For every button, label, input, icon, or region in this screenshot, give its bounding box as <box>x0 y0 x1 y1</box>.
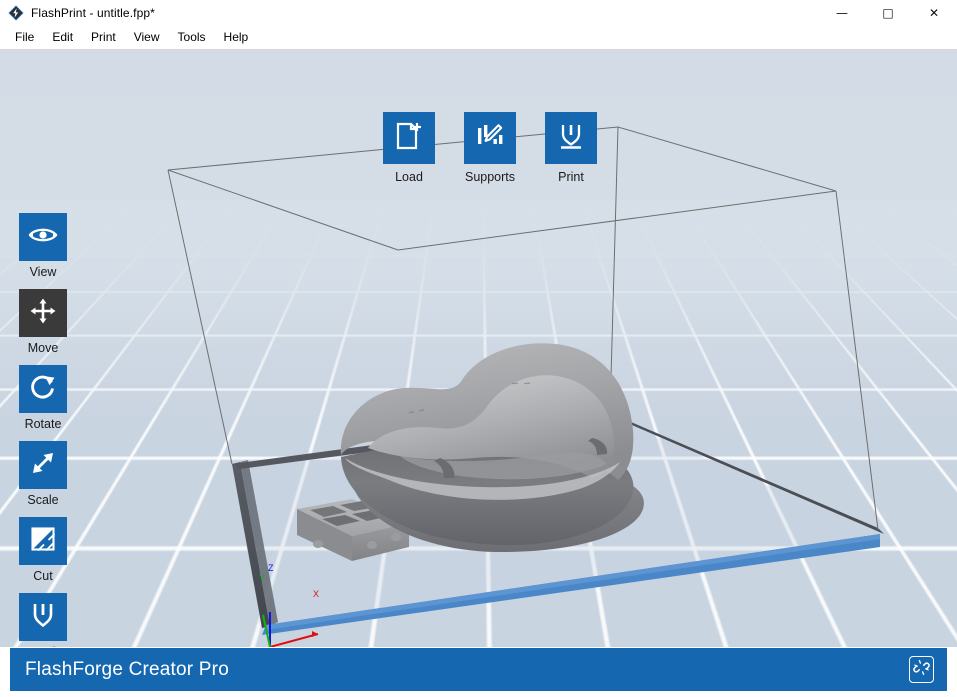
supports-label: Supports <box>464 170 516 184</box>
left-tool-scale: Scale <box>19 441 67 507</box>
minimize-icon: — <box>836 5 848 20</box>
axis-label-z: Z <box>268 563 274 573</box>
view-label: View <box>29 265 57 279</box>
minimize-button[interactable]: — <box>819 0 865 25</box>
menu-item-print[interactable]: Print <box>82 27 125 47</box>
rotate-arrow-icon <box>29 373 57 406</box>
left-tool-rotate: Rotate <box>19 365 67 431</box>
load-button[interactable] <box>383 112 435 164</box>
move-label: Move <box>27 341 59 355</box>
connect-printer-button[interactable] <box>909 656 934 683</box>
left-tool-move: Move <box>19 289 67 355</box>
view-button[interactable] <box>19 213 67 261</box>
title-bar: FlashPrint - untitle.fpp* — □ ✕ <box>0 0 957 25</box>
menu-item-view[interactable]: View <box>125 27 169 47</box>
menu-bar: File Edit Print View Tools Help <box>0 25 957 50</box>
supports-pencil-icon <box>475 121 505 156</box>
axis-label-x: X <box>313 589 320 599</box>
scale-label: Scale <box>27 493 59 507</box>
top-tool-supports: Supports <box>464 112 516 184</box>
connection-status <box>909 656 934 683</box>
menu-item-file[interactable]: File <box>6 27 43 47</box>
window-title: FlashPrint - untitle.fpp* <box>31 5 155 20</box>
menu-item-tools[interactable]: Tools <box>169 27 215 47</box>
printer-name-label: FlashForge Creator Pro <box>25 658 229 680</box>
left-toolbar: View Move Rotate Scale Cut <box>19 213 67 647</box>
curved-shell-model <box>340 343 644 553</box>
maximize-icon: □ <box>882 5 894 20</box>
flashprint-diamond-logo-icon <box>7 4 25 22</box>
document-plus-icon <box>395 121 423 156</box>
cut-plane-icon <box>29 525 57 558</box>
scale-diagonal-arrow-icon <box>29 449 57 482</box>
eye-icon <box>28 224 58 251</box>
window-controls: — □ ✕ <box>819 0 957 25</box>
extruder-button[interactable] <box>19 593 67 641</box>
load-label: Load <box>395 170 423 184</box>
broken-link-icon <box>913 659 930 681</box>
print-label: Print <box>558 170 584 184</box>
top-toolbar: Load Supports Print <box>383 112 597 184</box>
close-button[interactable]: ✕ <box>911 0 957 25</box>
menu-item-edit[interactable]: Edit <box>43 27 82 47</box>
status-bar: FlashForge Creator Pro <box>10 648 947 691</box>
flashprint-window: FlashPrint - untitle.fpp* — □ ✕ File Edi… <box>0 0 957 697</box>
scale-button[interactable] <box>19 441 67 489</box>
move-button[interactable] <box>19 289 67 337</box>
menu-item-help[interactable]: Help <box>215 27 258 47</box>
supports-button[interactable] <box>464 112 516 164</box>
print-button[interactable] <box>545 112 597 164</box>
left-tool-extruder: Extruder <box>19 593 67 647</box>
left-tool-view: View <box>19 213 67 279</box>
cut-button[interactable] <box>19 517 67 565</box>
rotate-button[interactable] <box>19 365 67 413</box>
extruder-icon <box>30 600 56 635</box>
rotate-label: Rotate <box>24 417 62 431</box>
extruder-print-icon <box>557 121 585 156</box>
move-arrows-icon <box>29 297 57 330</box>
3d-viewport[interactable]: Z Y X Load Supports Print View Move Rota… <box>0 50 957 647</box>
axis-label-y: Y <box>259 573 266 583</box>
maximize-button[interactable]: □ <box>865 0 911 25</box>
cut-label: Cut <box>33 569 53 583</box>
close-icon: ✕ <box>928 5 940 20</box>
extruder-label: Extruder <box>19 645 66 647</box>
top-tool-print: Print <box>545 112 597 184</box>
left-tool-cut: Cut <box>19 517 67 583</box>
top-tool-load: Load <box>383 112 435 184</box>
